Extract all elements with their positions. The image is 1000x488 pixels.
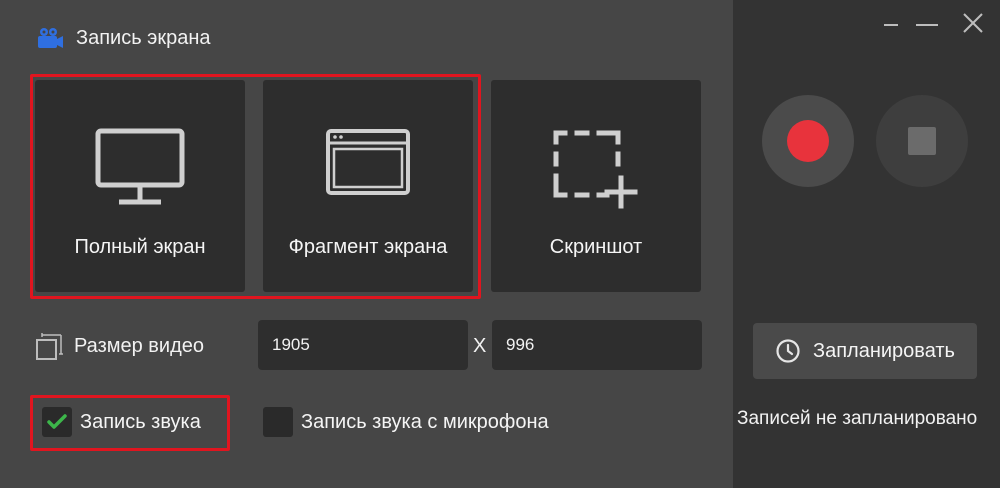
screen-fragment-label: Фрагмент экрана	[288, 236, 448, 258]
checkmark-icon	[47, 414, 67, 429]
stop-button[interactable]	[876, 95, 968, 187]
video-width-input[interactable]	[258, 320, 468, 370]
record-mic-label: Запись звука с микрофона	[301, 410, 549, 433]
clock-icon	[776, 339, 800, 363]
stop-square-icon	[908, 127, 936, 155]
record-mic-check-box[interactable]	[263, 407, 293, 437]
screen-fragment-button[interactable]: Фрагмент экрана	[263, 80, 473, 292]
record-audio-label: Запись звука	[80, 410, 201, 433]
video-size-label: Размер видео	[74, 335, 205, 357]
record-dot-icon	[787, 120, 829, 162]
title-bar: Запись экрана	[36, 24, 211, 52]
size-separator: X	[473, 335, 487, 357]
crop-select-icon	[553, 130, 638, 209]
record-button[interactable]	[762, 95, 854, 187]
video-height-input[interactable]	[492, 320, 702, 370]
monitor-icon	[95, 128, 185, 205]
app-title: Запись экрана	[76, 26, 211, 49]
full-screen-button[interactable]: Полный экран	[35, 80, 245, 292]
close-icon[interactable]	[958, 10, 988, 38]
window-icon	[326, 129, 410, 195]
camera-icon	[38, 28, 63, 48]
minimize-icon[interactable]	[912, 10, 942, 38]
video-size-row: Размер видео X	[34, 320, 704, 372]
screenshot-label: Скриншот	[549, 236, 643, 258]
schedule-label: Запланировать	[813, 339, 955, 362]
record-audio-checkbox[interactable]: Запись звука	[42, 404, 201, 440]
full-screen-label: Полный экран	[74, 236, 206, 258]
schedule-button[interactable]: Запланировать	[753, 323, 977, 379]
screenshot-button[interactable]: Скриншот	[491, 80, 701, 292]
minimize-alt-icon[interactable]	[876, 10, 906, 38]
record-audio-check-box[interactable]	[42, 407, 72, 437]
record-mic-checkbox[interactable]: Запись звука с микрофона	[263, 404, 549, 440]
schedule-status: Записей не запланировано	[737, 408, 978, 429]
main-panel: Запись экрана Полный экран Фрагмент экра…	[0, 0, 733, 488]
resize-icon	[36, 333, 63, 360]
